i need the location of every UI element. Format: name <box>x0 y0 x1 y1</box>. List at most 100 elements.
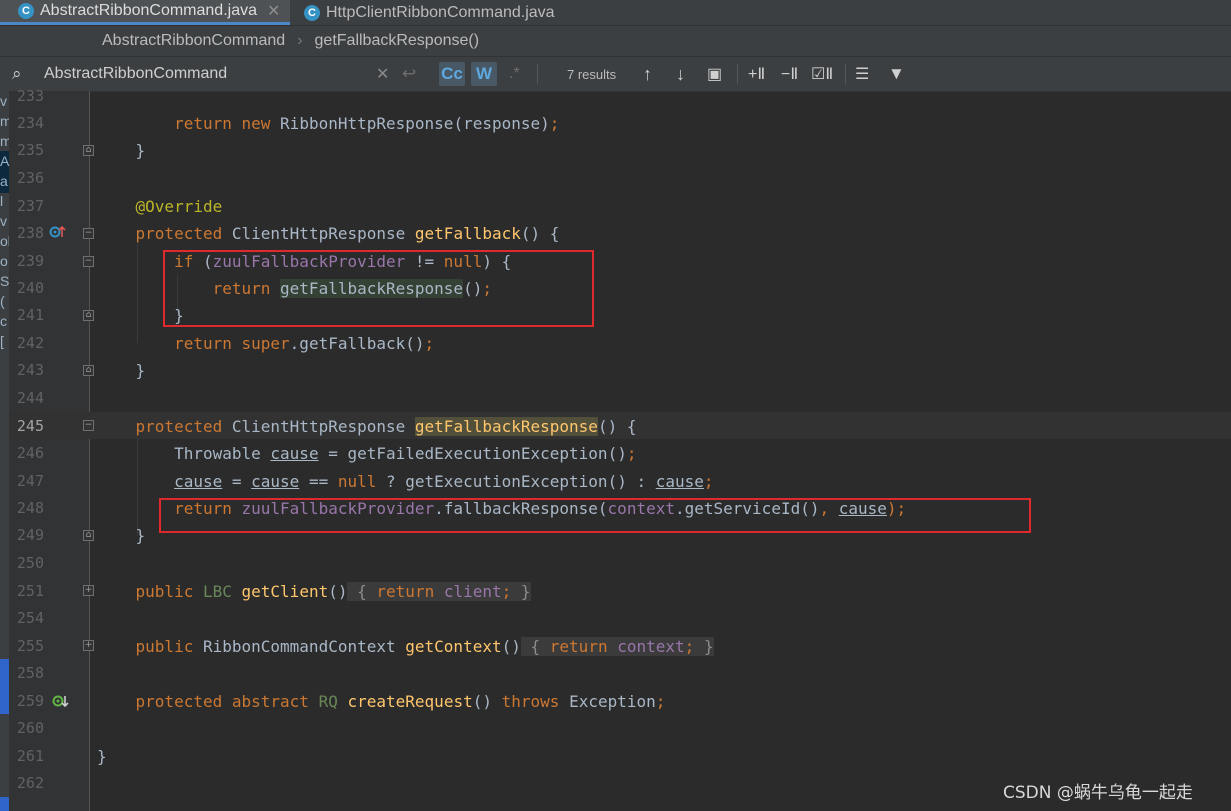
tree-item-fragment: a <box>0 173 8 189</box>
project-panel-strip: vmmAalvoloS(c[ <box>0 91 9 811</box>
next-occurrence-icon[interactable]: ↓ <box>676 57 685 91</box>
regex-toggle[interactable]: .* <box>509 57 520 91</box>
fold-expand-icon[interactable]: + <box>83 585 94 596</box>
toolbar-divider <box>537 64 538 84</box>
words-toggle[interactable]: W <box>471 57 497 91</box>
code-line-245[interactable]: protected ClientHttpResponse getFallback… <box>97 413 636 440</box>
gutter-divider <box>89 91 90 811</box>
line-number: 248 <box>16 499 44 517</box>
annotation-highlight-box <box>163 250 594 327</box>
line-number: 243 <box>16 361 44 379</box>
tree-item-fragment: o <box>0 253 8 269</box>
tree-item-fragment: v <box>0 93 7 109</box>
tree-item-fragment: ( <box>0 293 5 309</box>
line-number: 260 <box>16 719 44 737</box>
line-number: 262 <box>16 774 44 792</box>
tree-item-fragment: v <box>0 213 7 229</box>
tab-http-client-ribbon-command[interactable]: C HttpClientRibbonCommand.java <box>296 0 596 25</box>
line-number: 255 <box>16 637 44 655</box>
java-class-icon: C <box>304 4 320 21</box>
select-occurrences-icon[interactable]: ☑Ⅱ <box>811 57 833 91</box>
line-number: 242 <box>16 334 44 352</box>
code-line-242[interactable]: return super.getFallback(); <box>97 330 434 357</box>
code-line-251[interactable]: public LBC getClient() { return client; … <box>97 578 531 605</box>
search-input[interactable]: AbstractRibbonCommand <box>44 57 227 91</box>
breadcrumb-class[interactable]: AbstractRibbonCommand <box>102 32 285 50</box>
line-number: 250 <box>16 554 44 572</box>
fold-end-icon[interactable]: ⌂ <box>83 145 94 156</box>
implemented-method-icon[interactable] <box>52 693 70 713</box>
line-number: 258 <box>16 664 44 682</box>
line-number: 235 <box>16 141 44 159</box>
tab-label: AbstractRibbonCommand.java <box>40 2 257 19</box>
previous-occurrence-icon[interactable]: ↑ <box>643 57 652 91</box>
clear-search-icon[interactable]: ✕ <box>376 57 389 91</box>
filter-options-icon[interactable]: ☰ <box>855 57 869 91</box>
code-line-246[interactable]: Throwable cause = getFailedExecutionExce… <box>97 440 636 467</box>
line-number: 241 <box>16 306 44 324</box>
line-number: 239 <box>16 252 44 270</box>
line-number: 238 <box>16 224 44 242</box>
add-occurrence-icon[interactable]: +Ⅱ <box>748 57 765 91</box>
editor-tab-bar: C AbstractRibbonCommand.java ✕ C HttpCli… <box>0 0 1231 26</box>
fold-end-icon[interactable]: ⌂ <box>83 310 94 321</box>
line-number: 236 <box>16 169 44 187</box>
code-line-247[interactable]: cause = cause == null ? getExecutionExce… <box>97 468 713 495</box>
filter-icon[interactable]: ▼ <box>888 57 905 91</box>
fold-end-icon[interactable]: ⌂ <box>83 530 94 541</box>
line-number: 246 <box>16 444 44 462</box>
tree-item-fragment: ol <box>0 233 9 249</box>
tree-item-fragment: m <box>0 113 9 129</box>
code-line-261[interactable]: } <box>97 743 107 770</box>
tree-item-fragment: A <box>0 153 9 169</box>
fold-start-icon[interactable]: − <box>83 420 94 431</box>
tree-item-fragment: l <box>0 193 4 209</box>
code-line-249[interactable]: } <box>97 522 146 549</box>
toolbar-divider <box>737 64 738 84</box>
close-icon[interactable]: ✕ <box>267 1 280 21</box>
tree-item-fragment: m <box>0 133 9 149</box>
new-line-icon[interactable]: ↩ <box>402 57 416 91</box>
line-number: 234 <box>16 114 44 132</box>
code-line-259[interactable]: protected abstract RQ createRequest() th… <box>97 688 666 715</box>
code-line-235[interactable]: } <box>97 137 146 164</box>
csdn-watermark: CSDN @蜗牛乌龟一起走 <box>1003 783 1193 803</box>
remove-occurrence-icon[interactable]: −Ⅱ <box>781 57 798 91</box>
code-line-255[interactable]: public RibbonCommandContext getContext()… <box>97 633 714 660</box>
fold-end-icon[interactable]: ⌂ <box>83 365 94 376</box>
line-number: 251 <box>16 582 44 600</box>
breadcrumb-method[interactable]: getFallbackResponse() <box>315 32 480 50</box>
breadcrumb: AbstractRibbonCommand › getFallbackRespo… <box>0 26 1231 57</box>
toolbar-divider <box>845 64 846 84</box>
line-number: 259 <box>16 692 44 710</box>
code-line-237[interactable]: @Override <box>97 193 223 220</box>
code-line-243[interactable]: } <box>97 357 146 384</box>
results-count: 7 results <box>567 66 617 82</box>
line-number: 254 <box>16 609 44 627</box>
annotation-highlight-box <box>159 498 1031 533</box>
selected-tree-item <box>0 797 9 811</box>
line-number: 261 <box>16 747 44 765</box>
line-number: 247 <box>16 472 44 490</box>
line-number: 237 <box>16 197 44 215</box>
line-number: 244 <box>16 389 44 407</box>
code-line-238[interactable]: protected ClientHttpResponse getFallback… <box>97 220 560 247</box>
line-number: 249 <box>16 526 44 544</box>
match-case-toggle[interactable]: Cc <box>439 57 465 91</box>
override-method-icon[interactable] <box>49 224 67 244</box>
line-number: 233 <box>16 87 44 105</box>
tree-item-fragment: S <box>0 273 9 289</box>
tree-item-fragment: [ <box>0 333 4 349</box>
tab-label: HttpClientRibbonCommand.java <box>326 3 555 21</box>
select-all-occurrences-icon[interactable]: ▣ <box>707 57 722 91</box>
code-line-234[interactable]: return new RibbonHttpResponse(response); <box>97 110 559 137</box>
chevron-right-icon: › <box>297 32 303 49</box>
selected-tree-item <box>0 659 9 714</box>
fold-start-icon[interactable]: − <box>83 256 94 267</box>
java-class-icon: C <box>18 3 34 19</box>
tree-item-fragment: c <box>0 313 7 329</box>
fold-expand-icon[interactable]: + <box>83 640 94 651</box>
tab-abstract-ribbon-command[interactable]: C AbstractRibbonCommand.java ✕ <box>0 0 290 25</box>
find-toolbar: ⌕ AbstractRibbonCommand ✕ ↩ Cc W .* 7 re… <box>0 57 1231 92</box>
fold-start-icon[interactable]: − <box>83 228 94 239</box>
